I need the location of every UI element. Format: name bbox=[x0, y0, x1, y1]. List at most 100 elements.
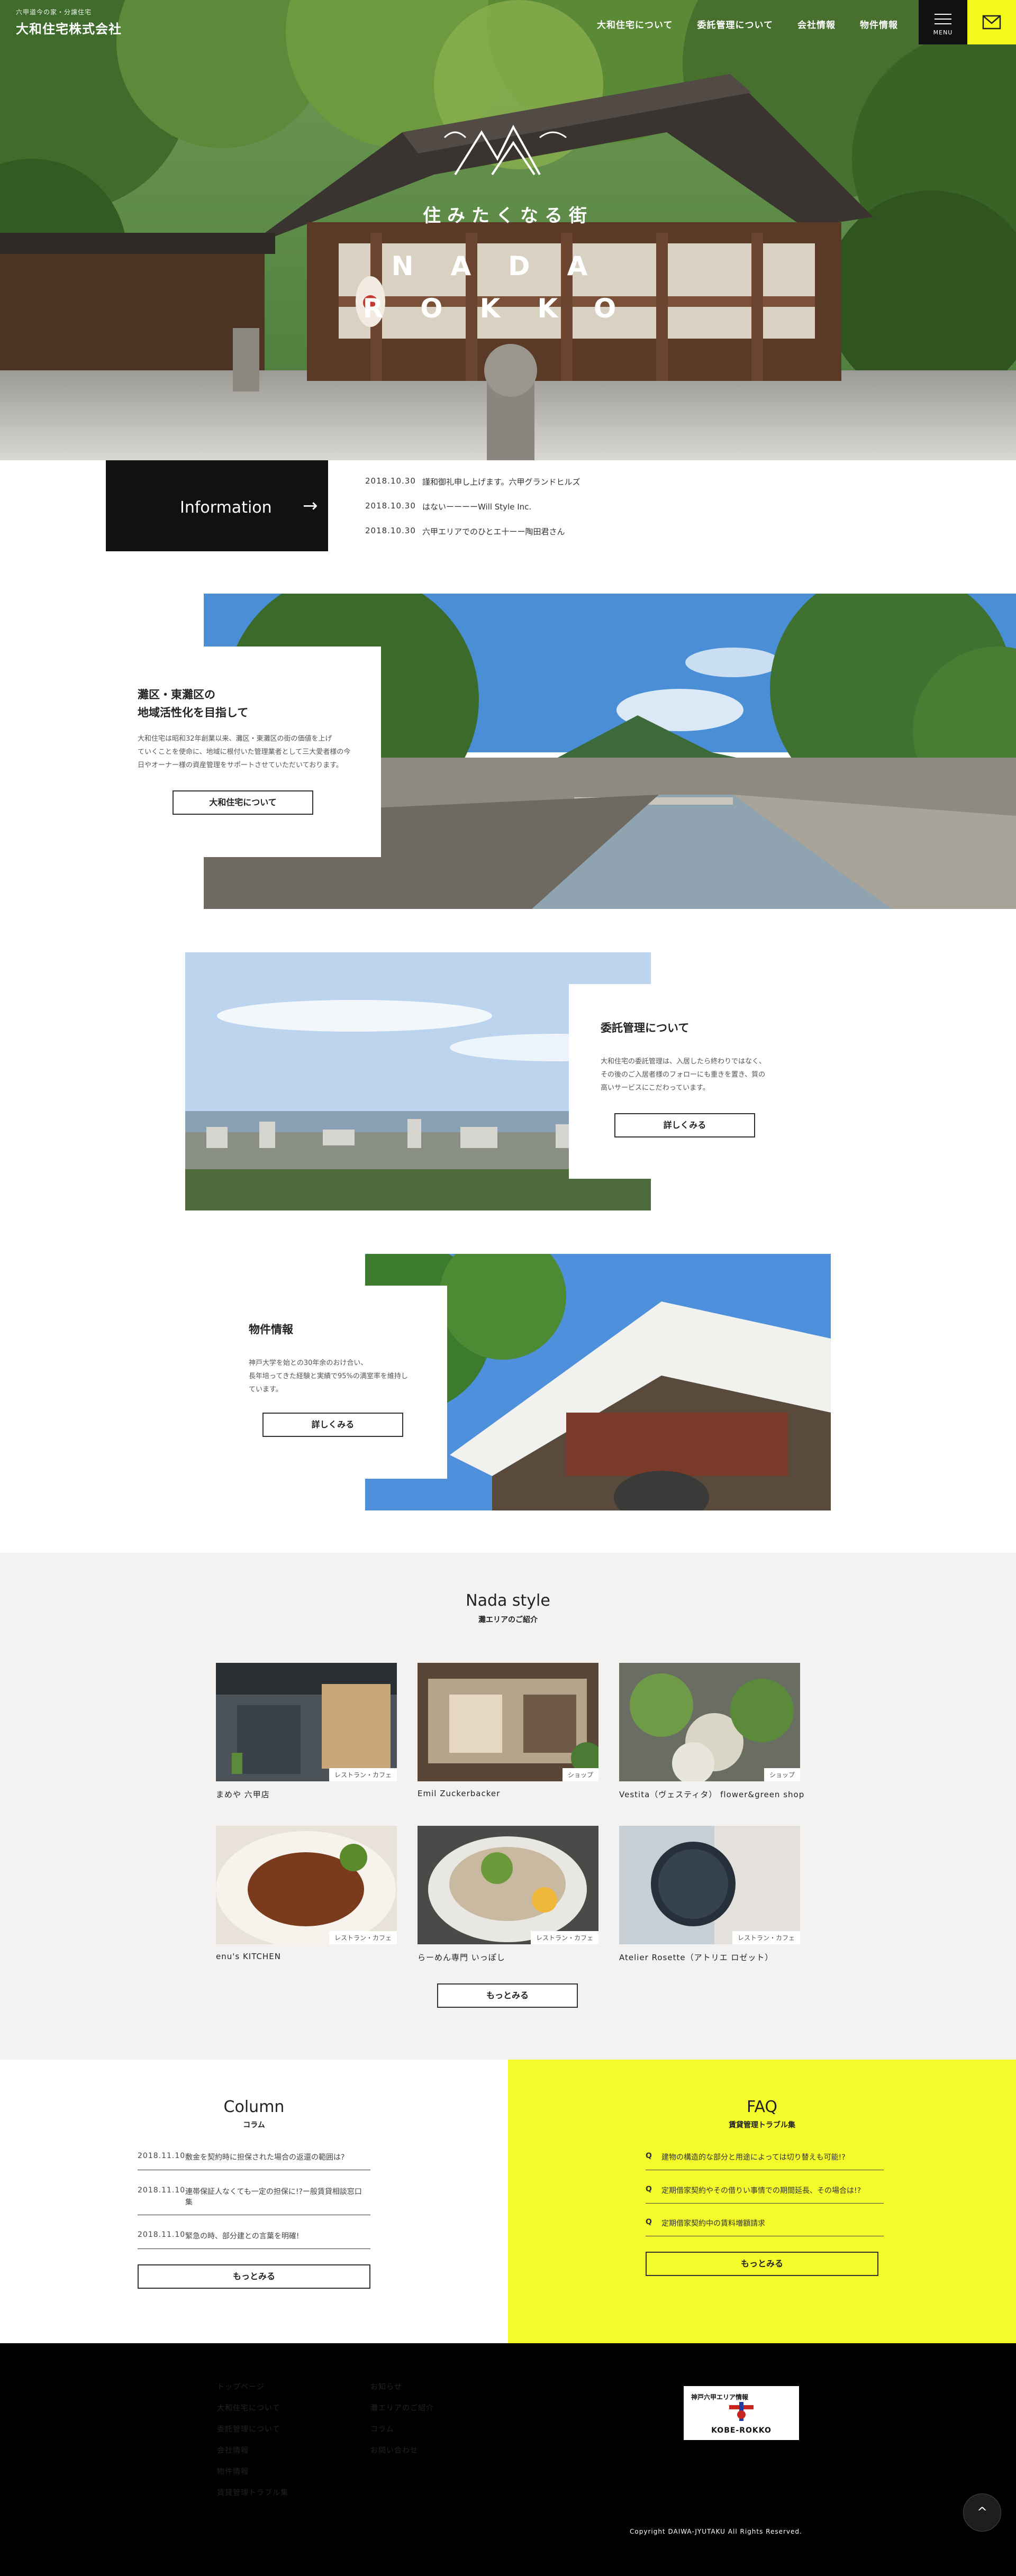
faq-item[interactable]: Q 定期借家契約中の賃料増額請求 bbox=[646, 2218, 884, 2236]
shop-photo: レストラン・カフェ bbox=[418, 1826, 598, 1944]
information-link[interactable]: Information → bbox=[106, 460, 328, 551]
footer-link[interactable]: 物件情報 bbox=[217, 2461, 288, 2482]
mail-button[interactable] bbox=[967, 0, 1016, 44]
feature-management-title: 委託管理について bbox=[601, 1022, 690, 1034]
feature-about-card: 灘区・東灘区の 地域活性化を目指して 大和住宅は昭和32年創業以来、灘区・東灘区… bbox=[122, 647, 381, 857]
body-line: 大和住宅の委託管理は、入居したら終わりではなく、 bbox=[601, 1058, 766, 1066]
faq-text: 建物の構造的な部分と用途によっては切り替えも可能!? bbox=[661, 2153, 846, 2162]
info-item[interactable]: 2018.10.30 六甲エリアでのひとエ十ーー陶田君さん bbox=[365, 526, 580, 537]
shop-card[interactable]: レストラン・カフェ まめや 六甲店 bbox=[216, 1663, 397, 1800]
feature-management-body: 大和住宅の委託管理は、入居したら終わりではなく、 その後のご入居者様のフォローに… bbox=[601, 1055, 823, 1095]
hero-line-nada: NADA bbox=[391, 251, 625, 281]
footer-link[interactable]: お知らせ bbox=[370, 2377, 434, 2398]
column-title: Column bbox=[223, 2098, 285, 2116]
body-line: ています。 bbox=[249, 1386, 283, 1394]
faq-item[interactable]: Q 定期借家契約やその借りい事情での期間延長、その場合は!? bbox=[646, 2185, 884, 2204]
shop-photo: レストラン・カフェ bbox=[216, 1663, 397, 1781]
faq-text: 定期借家契約やその借りい事情での期間延長、その場合は!? bbox=[661, 2187, 861, 2195]
info-text: 六甲エリアでのひとエ十ーー陶田君さん bbox=[422, 527, 565, 536]
feature-management-card: 委託管理について 大和住宅の委託管理は、入居したら終わりではなく、 その後のご入… bbox=[569, 984, 828, 1179]
shop-card[interactable]: レストラン・カフェ Atelier Rosette（アトリエ ロゼット） bbox=[619, 1826, 800, 1963]
information-list: 2018.10.30 謹和御礼申し上げます。六甲グランドヒルズ 2018.10.… bbox=[365, 476, 580, 551]
column-item[interactable]: 2018.11.10 連帯保証人なくても一定の担保に!?ー般賃貸相談窓口集 bbox=[138, 2186, 370, 2215]
body-line: ていくことを使命に、地域に根付いた管理業者として三大愛者様の今 bbox=[138, 748, 351, 756]
hero-line-rokko: ROKKO bbox=[362, 293, 654, 324]
hero-title: 住みたくなる街 NADA ROKKO bbox=[0, 124, 1016, 388]
footer-link[interactable]: 会社情報 bbox=[217, 2440, 288, 2461]
nav-management[interactable]: 委託管理について bbox=[697, 17, 774, 31]
nav-company[interactable]: 会社情報 bbox=[797, 17, 836, 31]
shop-tag: レストラン・カフェ bbox=[732, 1931, 800, 1944]
column-item[interactable]: 2018.11.10 緊急の時、部分建との言葉を明確! bbox=[138, 2231, 370, 2249]
shop-tag: ショップ bbox=[562, 1768, 598, 1781]
nada-style-title: Nada style bbox=[466, 1591, 550, 1610]
column-subtitle: コラム bbox=[243, 2121, 265, 2129]
info-text: 謹和御礼申し上げます。六甲グランドヒルズ bbox=[422, 477, 580, 487]
management-more-button[interactable]: 詳しくみる bbox=[614, 1113, 755, 1137]
faq-q-mark: Q bbox=[646, 2152, 652, 2160]
feature-about-body: 大和住宅は昭和32年創業以来、灘区・東灘区の街の価値を上げ ていくことを使命に、… bbox=[138, 732, 370, 772]
global-nav: 大和住宅について 委託管理について 会社情報 物件情報 bbox=[597, 17, 898, 31]
footer-link[interactable]: 灘エリアのご紹介 bbox=[370, 2398, 434, 2419]
menu-button[interactable]: MENU bbox=[919, 0, 967, 44]
back-to-top-button[interactable]: ^ bbox=[963, 2493, 1001, 2532]
column-more-button[interactable]: もっとみる bbox=[138, 2264, 370, 2289]
shop-name: まめや 六甲店 bbox=[216, 1790, 270, 1799]
info-item[interactable]: 2018.10.30 謹和御礼申し上げます。六甲グランドヒルズ bbox=[365, 476, 580, 487]
shop-tag: レストラン・カフェ bbox=[530, 1931, 598, 1944]
info-date: 2018.10.30 bbox=[365, 526, 416, 535]
nada-more-button[interactable]: もっとみる bbox=[437, 1983, 578, 2008]
column-date: 2018.11.10 bbox=[138, 2231, 186, 2239]
faq-title: FAQ bbox=[746, 2098, 778, 2116]
footer-link[interactable]: 委託管理について bbox=[217, 2419, 288, 2440]
footer-nav-col1: トップページ 大和住宅について 委託管理について 会社情報 物件情報 賃貸管理ト… bbox=[217, 2377, 288, 2504]
feature-about-title-line1: 灘区・東灘区の bbox=[138, 688, 215, 701]
menu-label: MENU bbox=[933, 29, 953, 36]
faq-more-button[interactable]: もっとみる bbox=[646, 2252, 878, 2276]
information-label: Information bbox=[180, 498, 272, 517]
hamburger-icon bbox=[935, 14, 951, 28]
footer-link[interactable]: コラム bbox=[370, 2419, 434, 2440]
shop-card[interactable]: ショップ Vestita（ヴェスティタ） flower&green shop bbox=[619, 1663, 804, 1800]
footer-link[interactable]: 賃貸管理トラブル集 bbox=[217, 2482, 288, 2504]
footer-link[interactable]: お問い合わせ bbox=[370, 2440, 434, 2461]
hero-catchphrase: 住みたくなる街 bbox=[423, 205, 593, 226]
footer-link[interactable]: トップページ bbox=[217, 2377, 288, 2398]
feature-properties-body: 神戸大学を始との30年余のおけ合い、 長年培ってきた経験と実績で95%の満室率を… bbox=[249, 1357, 439, 1396]
info-item[interactable]: 2018.10.30 はないーーーーWill Style Inc. bbox=[365, 501, 580, 512]
nada-style-heading: Nada style 灘エリアのご紹介 bbox=[0, 1591, 1016, 1625]
body-line: 日やオーナー様の資産管理をサポートさせていただいております。 bbox=[138, 761, 343, 769]
footer-link[interactable]: 大和住宅について bbox=[217, 2398, 288, 2419]
shop-tag: レストラン・カフェ bbox=[329, 1931, 397, 1944]
chevron-up-icon: ^ bbox=[976, 2505, 988, 2519]
shop-card[interactable]: ショップ Emil Zuckerbacker bbox=[418, 1663, 598, 1798]
shop-card[interactable]: レストラン・カフェ らーめん専門 いっぽし bbox=[418, 1826, 598, 1963]
banner-label: KOBE-ROKKO bbox=[711, 2426, 772, 2435]
column-text: 敷金を契約時に担保された場合の返還の範囲は? bbox=[185, 2153, 345, 2162]
body-line: その後のご入居者様のフォローにも重きを置き、質の bbox=[601, 1071, 766, 1079]
site-logo[interactable]: 六甲道今の家・分譲住宅 大和住宅株式会社 bbox=[16, 7, 122, 37]
shop-name: らーめん専門 いっぽし bbox=[418, 1953, 505, 1962]
feature-about-title-line2: 地域活性化を目指して bbox=[138, 706, 249, 719]
faq-q-mark: Q bbox=[646, 2185, 652, 2193]
kobe-rokko-banner[interactable]: 神戸六甲エリア情報 KOBE-ROKKO bbox=[684, 2386, 799, 2440]
column-item[interactable]: 2018.11.10 敷金を契約時に担保された場合の返還の範囲は? bbox=[138, 2152, 370, 2170]
nav-about[interactable]: 大和住宅について bbox=[597, 17, 673, 31]
shop-photo: レストラン・カフェ bbox=[216, 1826, 397, 1944]
faq-q-mark: Q bbox=[646, 2218, 652, 2226]
about-button[interactable]: 大和住宅について bbox=[173, 790, 313, 815]
feature-properties-card: 物件情報 神戸大学を始との30年余のおけ合い、 長年培ってきた経験と実績で95%… bbox=[222, 1286, 447, 1479]
column-text: 緊急の時、部分建との言葉を明確! bbox=[185, 2232, 300, 2241]
faq-text: 定期借家契約中の賃料増額請求 bbox=[661, 2219, 765, 2228]
feature-about-title: 灘区・東灘区の 地域活性化を目指して bbox=[138, 686, 248, 722]
faq-item[interactable]: Q 建物の構造的な部分と用途によっては切り替えも可能!? bbox=[646, 2152, 884, 2170]
properties-more-button[interactable]: 詳しくみる bbox=[262, 1413, 403, 1437]
body-line: 高いサービスにこだわっています。 bbox=[601, 1084, 710, 1092]
shop-name: enu's KITCHEN bbox=[216, 1952, 281, 1961]
shop-card[interactable]: レストラン・カフェ enu's KITCHEN bbox=[216, 1826, 397, 1961]
column-heading: Column コラム bbox=[127, 2098, 381, 2130]
nav-properties[interactable]: 物件情報 bbox=[860, 17, 898, 31]
faq-subtitle: 賃貸管理トラブル集 bbox=[729, 2121, 795, 2129]
column-date: 2018.11.10 bbox=[138, 2152, 186, 2160]
logo-company-name: 大和住宅株式会社 bbox=[16, 22, 122, 37]
